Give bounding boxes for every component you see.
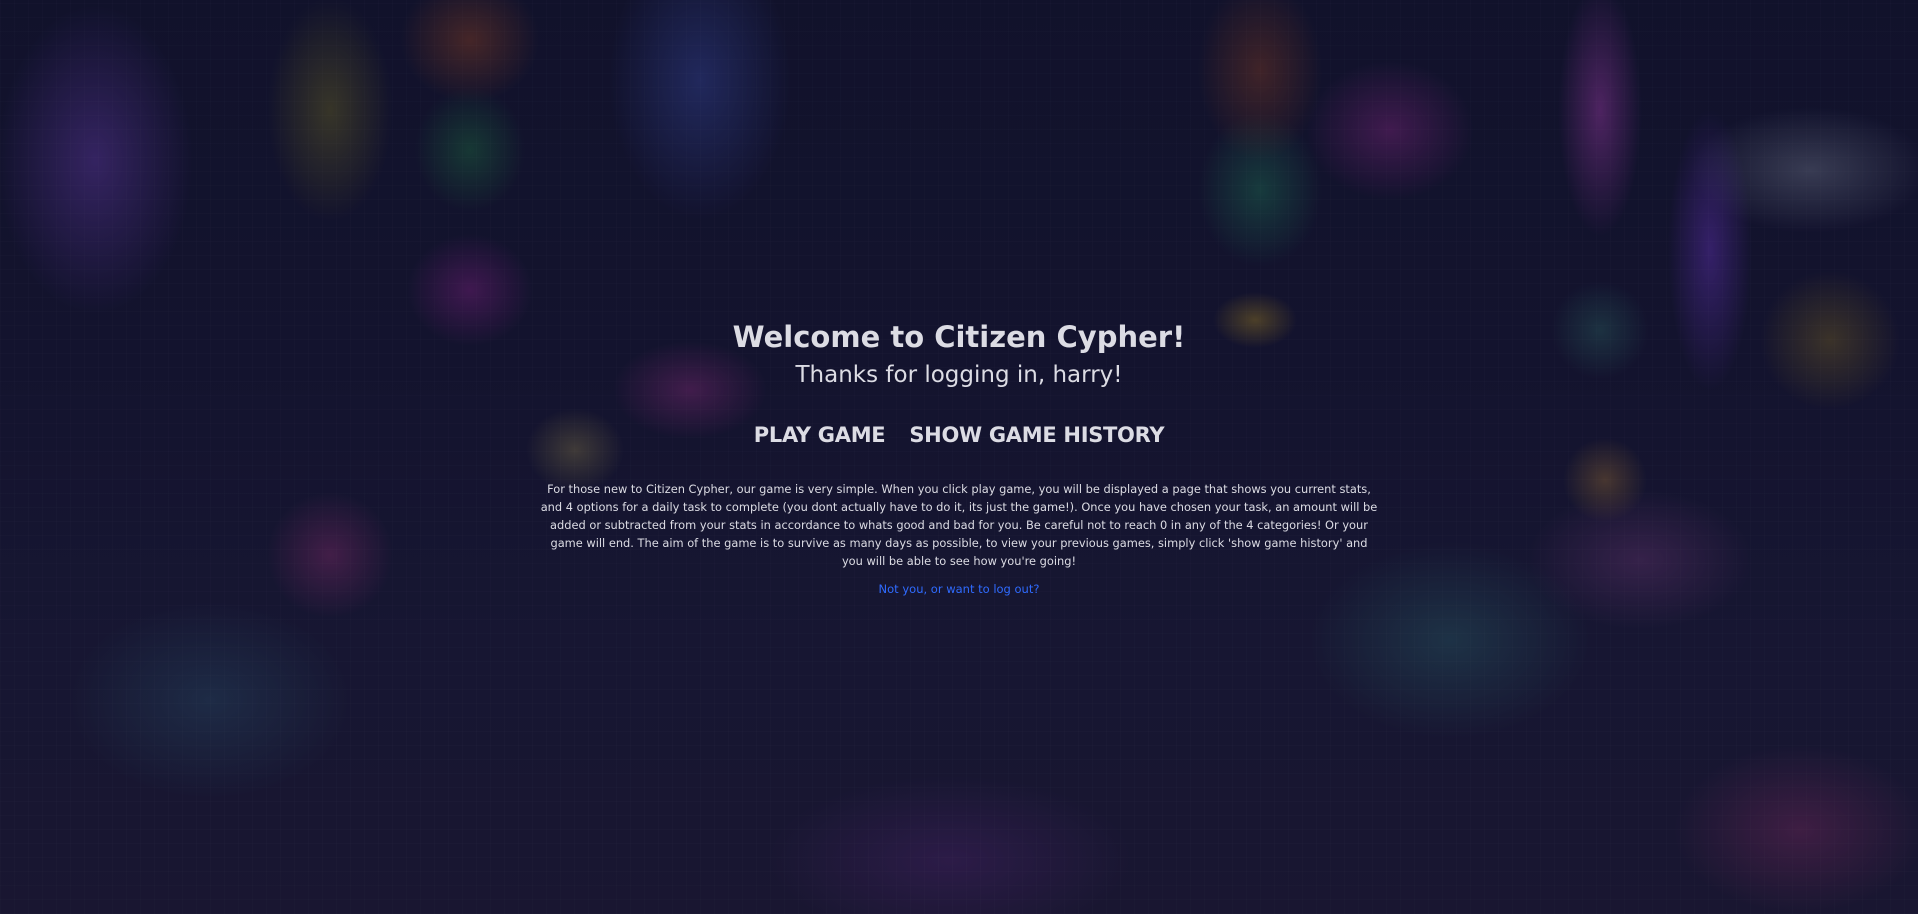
welcome-panel: Welcome to Citizen Cypher! Thanks for lo…	[0, 316, 1918, 597]
greeting-subtitle: Thanks for logging in, harry!	[795, 362, 1123, 388]
logout-link[interactable]: Not you, or want to log out?	[879, 582, 1040, 596]
game-actions: PLAY GAME SHOW GAME HISTORY	[0, 420, 1918, 450]
game-description: For those new to Citizen Cypher, our gam…	[540, 482, 1378, 568]
play-game-link[interactable]: PLAY GAME	[754, 420, 886, 450]
page-title: Welcome to Citizen Cypher!	[732, 320, 1186, 354]
show-game-history-link[interactable]: SHOW GAME HISTORY	[909, 420, 1164, 450]
